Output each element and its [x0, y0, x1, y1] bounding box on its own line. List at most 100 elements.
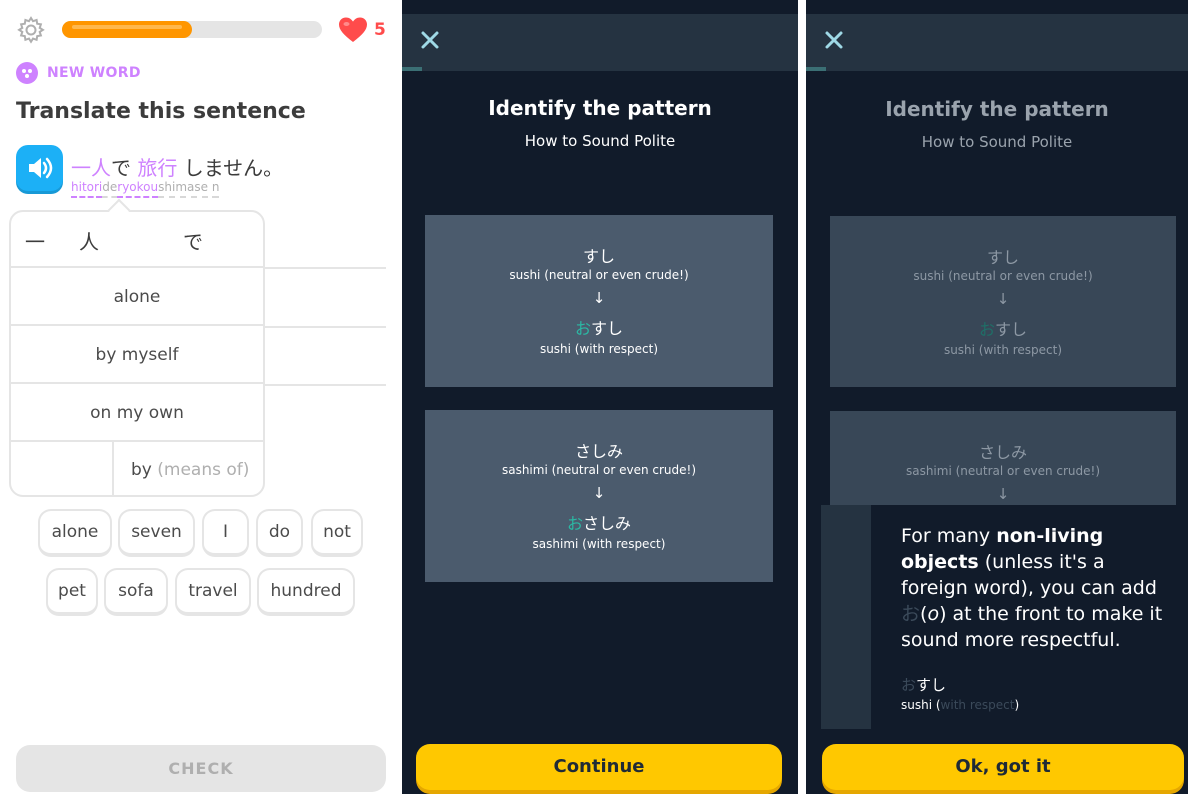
- romaji-ryokou: ryokou: [117, 180, 159, 198]
- card-neutral: sashimi (neutral or even crude!): [501, 463, 697, 477]
- hearts-count: 5: [374, 20, 386, 40]
- pattern-tip-screen: Identify the pattern How to Sound Polite…: [806, 0, 1188, 794]
- tip-example-prefix: お: [901, 676, 917, 694]
- card-prefix: お: [978, 320, 995, 339]
- hint-popup: 一 人 で alone by myself on my own by (mean…: [9, 210, 265, 497]
- word-hitori[interactable]: 一人: [71, 156, 111, 180]
- tip-example-word: すし: [916, 676, 947, 694]
- card-word: すし: [582, 247, 615, 266]
- word-chip-travel[interactable]: travel: [175, 568, 251, 616]
- romaji-n: n: [211, 180, 220, 198]
- pattern-card: さしみ sashimi (neutral or even crude!) ↓ お…: [425, 410, 773, 582]
- speaker-button[interactable]: [16, 145, 63, 191]
- card-polite: おすし: [830, 316, 1176, 340]
- word-chip-seven[interactable]: seven: [118, 509, 195, 557]
- answer-line: [264, 384, 386, 386]
- top-progress: [402, 67, 422, 71]
- card-prefix: お: [574, 319, 591, 338]
- card-word: さしみ: [574, 442, 623, 461]
- tip-side-bar: [821, 505, 871, 729]
- hint-by-note: (means of): [157, 460, 250, 480]
- pattern-card: すし sushi (neutral or even crude!) ↓ おすし …: [830, 216, 1176, 387]
- tip-popup: For many non-living objects (unless it's…: [821, 505, 1185, 729]
- new-word-badge: NEW WORD: [47, 65, 141, 81]
- hint-option[interactable]: alone: [11, 268, 263, 326]
- card-word: すし: [986, 248, 1019, 267]
- card-neutral: sushi (neutral or even crude!): [509, 268, 689, 282]
- top-bar: [402, 14, 798, 71]
- check-button[interactable]: CHECK: [16, 745, 386, 792]
- pattern-subtitle: How to Sound Polite: [921, 133, 1073, 151]
- card-neutral: sushi (neutral or even crude!): [913, 269, 1093, 283]
- top-bar: [806, 14, 1188, 71]
- arrow-down-icon: ↓: [996, 485, 1010, 503]
- tip-example-en: sushi (with respect): [901, 698, 1019, 712]
- card-respect: sushi (with respect): [943, 343, 1063, 357]
- continue-button[interactable]: Continue: [416, 744, 782, 790]
- top-progress: [806, 67, 826, 71]
- word-ryokou[interactable]: 旅行: [137, 156, 177, 180]
- card-neutral: sashimi (neutral or even crude!): [905, 464, 1101, 478]
- hint-option[interactable]: on my own: [11, 384, 263, 442]
- hint-option-by: by (means of): [131, 460, 249, 480]
- word-chip-not[interactable]: not: [311, 509, 363, 557]
- lesson-progress-bar: [62, 21, 322, 38]
- tip-example-jp: おすし: [901, 674, 946, 695]
- arrow-down-icon: ↓: [996, 290, 1010, 308]
- romaji-hitori: hitori: [71, 180, 103, 198]
- word-chip-do[interactable]: do: [256, 509, 303, 557]
- hint-option-row[interactable]: by (means of): [11, 442, 263, 495]
- word-de[interactable]: で: [111, 156, 131, 180]
- heart-icon: [339, 17, 367, 42]
- arrow-down-icon: ↓: [592, 484, 606, 502]
- word-chip-hundred[interactable]: hundred: [257, 568, 355, 616]
- hint-option[interactable]: by myself: [11, 326, 263, 384]
- japanese-sentence: 一人で 旅行 しません。: [71, 152, 283, 181]
- tip-text: For many non-living objects (unless it's…: [901, 523, 1171, 653]
- tip-text-part: ) at the front to make it sound more res…: [901, 603, 1163, 651]
- card-respect: sushi (with respect): [539, 342, 659, 356]
- pattern-card: さしみ sashimi (neutral or even crude!) ↓: [830, 411, 1176, 511]
- card-prefix: お: [566, 514, 583, 533]
- card-polite-rest: さしみ: [583, 514, 632, 533]
- new-word-icon: [16, 62, 38, 84]
- hint-empty-cell: [11, 442, 114, 495]
- card-word: さしみ: [978, 443, 1027, 462]
- card-polite-rest: すし: [591, 319, 624, 338]
- gear-icon[interactable]: [16, 15, 46, 45]
- speaker-icon: [29, 157, 53, 179]
- word-shimasen[interactable]: しません。: [184, 156, 283, 180]
- pattern-card: すし sushi (neutral or even crude!) ↓ おすし …: [425, 215, 773, 387]
- progress-fill: [62, 21, 192, 38]
- pattern-screen: Identify the pattern How to Sound Polite…: [402, 0, 798, 794]
- romaji-de: de: [102, 180, 118, 198]
- word-chip-pet[interactable]: pet: [46, 568, 98, 616]
- pattern-subtitle: How to Sound Polite: [524, 132, 676, 150]
- card-polite: おさしみ: [425, 510, 773, 534]
- card-polite-rest: すし: [995, 320, 1028, 339]
- close-icon[interactable]: [822, 28, 846, 52]
- hint-by-text: by: [131, 460, 152, 480]
- word-chip-alone[interactable]: alone: [38, 509, 112, 557]
- card-respect: sashimi (with respect): [532, 537, 666, 551]
- translate-screen: 5 NEW WORD Translate this sentence 一人で 旅…: [0, 0, 398, 794]
- word-chip-i[interactable]: I: [202, 509, 249, 557]
- romaji-shimase: shimase: [158, 180, 208, 198]
- arrow-down-icon: ↓: [592, 289, 606, 307]
- hint-char: 一: [25, 230, 45, 254]
- tip-romaji: o: [927, 603, 940, 625]
- pattern-title: Identify the pattern: [885, 97, 1109, 121]
- ok-got-it-button[interactable]: Ok, got it: [822, 744, 1184, 790]
- tip-example-en-faint: with respect: [940, 698, 1015, 712]
- close-icon[interactable]: [418, 28, 442, 52]
- tip-text-part: For many: [901, 525, 997, 547]
- page-title: Translate this sentence: [16, 99, 306, 124]
- hint-char: で: [183, 230, 203, 254]
- pattern-title: Identify the pattern: [488, 96, 712, 120]
- tip-example-en-start: sushi (: [901, 698, 941, 712]
- romaji-line: hitorideryokoushimase n: [71, 180, 220, 198]
- answer-line: [264, 326, 386, 328]
- tip-prefix: お: [901, 603, 921, 625]
- word-chip-sofa[interactable]: sofa: [104, 568, 168, 616]
- card-polite: おすし: [425, 315, 773, 339]
